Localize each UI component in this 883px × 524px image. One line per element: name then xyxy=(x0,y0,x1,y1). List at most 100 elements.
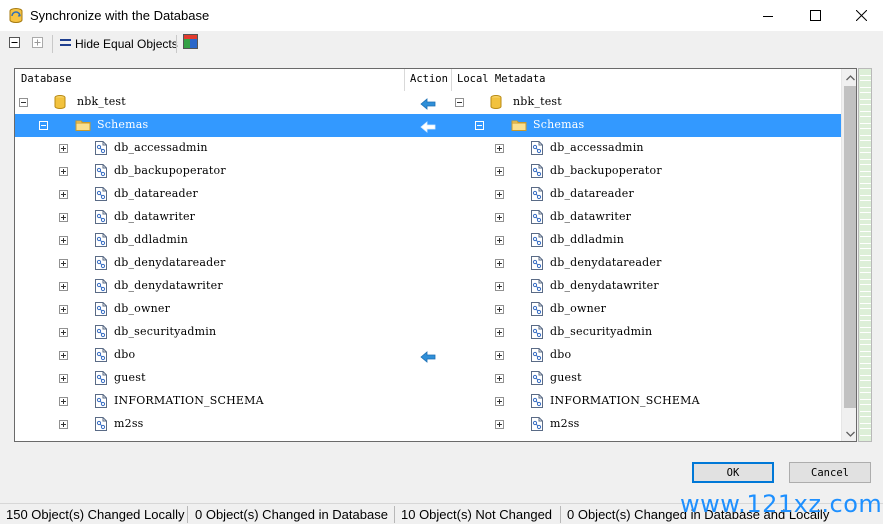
column-divider[interactable] xyxy=(451,69,452,91)
overview-tick xyxy=(860,183,871,184)
expand-icon[interactable] xyxy=(59,259,68,268)
column-header-database[interactable]: Database xyxy=(21,73,72,85)
collapse-icon[interactable] xyxy=(39,121,48,130)
chevron-down-icon xyxy=(845,424,855,441)
expand-icon[interactable] xyxy=(495,374,504,383)
expand-icon[interactable] xyxy=(59,420,68,429)
expand-icon[interactable] xyxy=(495,190,504,199)
database-object-name: db_owner xyxy=(114,302,171,315)
status-changed-in-database: 0 Object(s) Changed in Database xyxy=(195,507,388,522)
table-row[interactable]: db_denydatareader db_denydatareader xyxy=(15,252,841,275)
expand-icon[interactable] xyxy=(495,144,504,153)
collapse-icon[interactable] xyxy=(19,98,28,107)
schema-icon xyxy=(529,186,545,202)
table-row[interactable]: INFORMATION_SCHEMA INFORMATION_SCHEMA xyxy=(15,390,841,413)
expand-icon[interactable] xyxy=(495,282,504,291)
difference-overview-strip[interactable] xyxy=(858,68,872,442)
arrow-left-icon[interactable] xyxy=(420,350,436,363)
overview-tick xyxy=(860,219,871,220)
overview-tick xyxy=(860,332,871,333)
expand-icon[interactable] xyxy=(59,351,68,360)
expand-icon[interactable] xyxy=(59,144,68,153)
expand-icon[interactable] xyxy=(59,397,68,406)
expand-icon[interactable] xyxy=(495,305,504,314)
overview-tick xyxy=(860,99,871,100)
table-row[interactable]: db_securityadmin db_securityadmin xyxy=(15,321,841,344)
table-row[interactable]: nbk_test nbk_test xyxy=(15,91,841,114)
hide-equal-objects-button[interactable]: Hide Equal Objects xyxy=(60,36,178,52)
local-object-name: db_owner xyxy=(550,302,607,315)
collapse-icon[interactable] xyxy=(455,98,464,107)
expand-icon[interactable] xyxy=(59,374,68,383)
schema-icon xyxy=(529,393,545,409)
expand-icon[interactable] xyxy=(59,305,68,314)
table-row[interactable]: db_owner db_owner xyxy=(15,298,841,321)
schema-icon xyxy=(529,347,545,363)
schema-icon xyxy=(529,209,545,225)
collapse-icon[interactable] xyxy=(475,121,484,130)
status-separator xyxy=(394,506,395,523)
overview-tick xyxy=(860,416,871,417)
cancel-button[interactable]: Cancel xyxy=(789,462,871,483)
table-row[interactable]: guest guest xyxy=(15,367,841,390)
overview-tick xyxy=(860,344,871,345)
local-object-name: guest xyxy=(550,371,582,384)
maximize-button[interactable] xyxy=(792,0,838,31)
local-object-name: db_datareader xyxy=(550,187,634,200)
overview-tick xyxy=(860,363,871,364)
expand-icon[interactable] xyxy=(59,282,68,291)
database-object-name: db_datareader xyxy=(114,187,198,200)
expand-icon[interactable] xyxy=(59,236,68,245)
minimize-button[interactable] xyxy=(745,0,791,31)
table-row[interactable]: db_datawriter db_datawriter xyxy=(15,206,841,229)
schema-icon xyxy=(529,301,545,317)
database-object-name: dbo xyxy=(114,348,136,361)
expand-icon[interactable] xyxy=(495,167,504,176)
expand-icon[interactable] xyxy=(495,213,504,222)
table-row[interactable]: m2ss m2ss xyxy=(15,413,841,436)
expand-icon[interactable] xyxy=(59,328,68,337)
overview-tick xyxy=(860,411,871,412)
arrow-left-icon[interactable] xyxy=(420,97,436,110)
schema-icon xyxy=(529,416,545,432)
expand-icon[interactable] xyxy=(495,328,504,337)
scrollbar-thumb[interactable] xyxy=(844,86,856,408)
overview-tick xyxy=(860,375,871,376)
table-row[interactable]: dbo dbo xyxy=(15,344,841,367)
vertical-scrollbar[interactable] xyxy=(841,69,856,441)
table-row[interactable]: db_backupoperator db_backupoperator xyxy=(15,160,841,183)
expand-icon[interactable] xyxy=(495,420,504,429)
expand-icon[interactable] xyxy=(495,397,504,406)
overview-tick xyxy=(860,188,871,189)
column-header-action[interactable]: Action xyxy=(410,73,448,85)
overview-tick xyxy=(860,387,871,388)
expand-icon[interactable] xyxy=(495,259,504,268)
color-legend-button[interactable] xyxy=(183,34,198,52)
overview-tick xyxy=(860,315,871,316)
arrow-left-icon[interactable] xyxy=(420,120,436,133)
collapse-all-button[interactable] xyxy=(9,36,20,52)
overview-tick xyxy=(860,159,871,160)
ok-button[interactable]: OK xyxy=(692,462,774,483)
expand-icon[interactable] xyxy=(59,213,68,222)
table-row[interactable]: db_accessadmin db_accessadmin xyxy=(15,137,841,160)
overview-tick xyxy=(860,339,871,340)
column-header-local-metadata[interactable]: Local Metadata xyxy=(457,73,546,85)
scroll-down-button[interactable] xyxy=(842,424,856,441)
schema-icon xyxy=(93,393,109,409)
overview-tick xyxy=(860,200,871,201)
expand-icon[interactable] xyxy=(495,236,504,245)
table-row[interactable]: Schemas Schemas xyxy=(15,114,841,137)
table-row[interactable]: db_denydatawriter db_denydatawriter xyxy=(15,275,841,298)
column-divider[interactable] xyxy=(404,69,405,91)
expand-icon[interactable] xyxy=(495,351,504,360)
table-row[interactable]: db_ddladmin db_ddladmin xyxy=(15,229,841,252)
scroll-up-button[interactable] xyxy=(842,69,856,85)
expand-icon[interactable] xyxy=(59,190,68,199)
table-row[interactable]: db_datareader db_datareader xyxy=(15,183,841,206)
local-object-name: Schemas xyxy=(533,118,585,131)
expand-all-button[interactable] xyxy=(32,36,43,52)
database-object-name: db_denydatawriter xyxy=(114,279,223,292)
close-button[interactable] xyxy=(838,0,883,31)
expand-icon[interactable] xyxy=(59,167,68,176)
